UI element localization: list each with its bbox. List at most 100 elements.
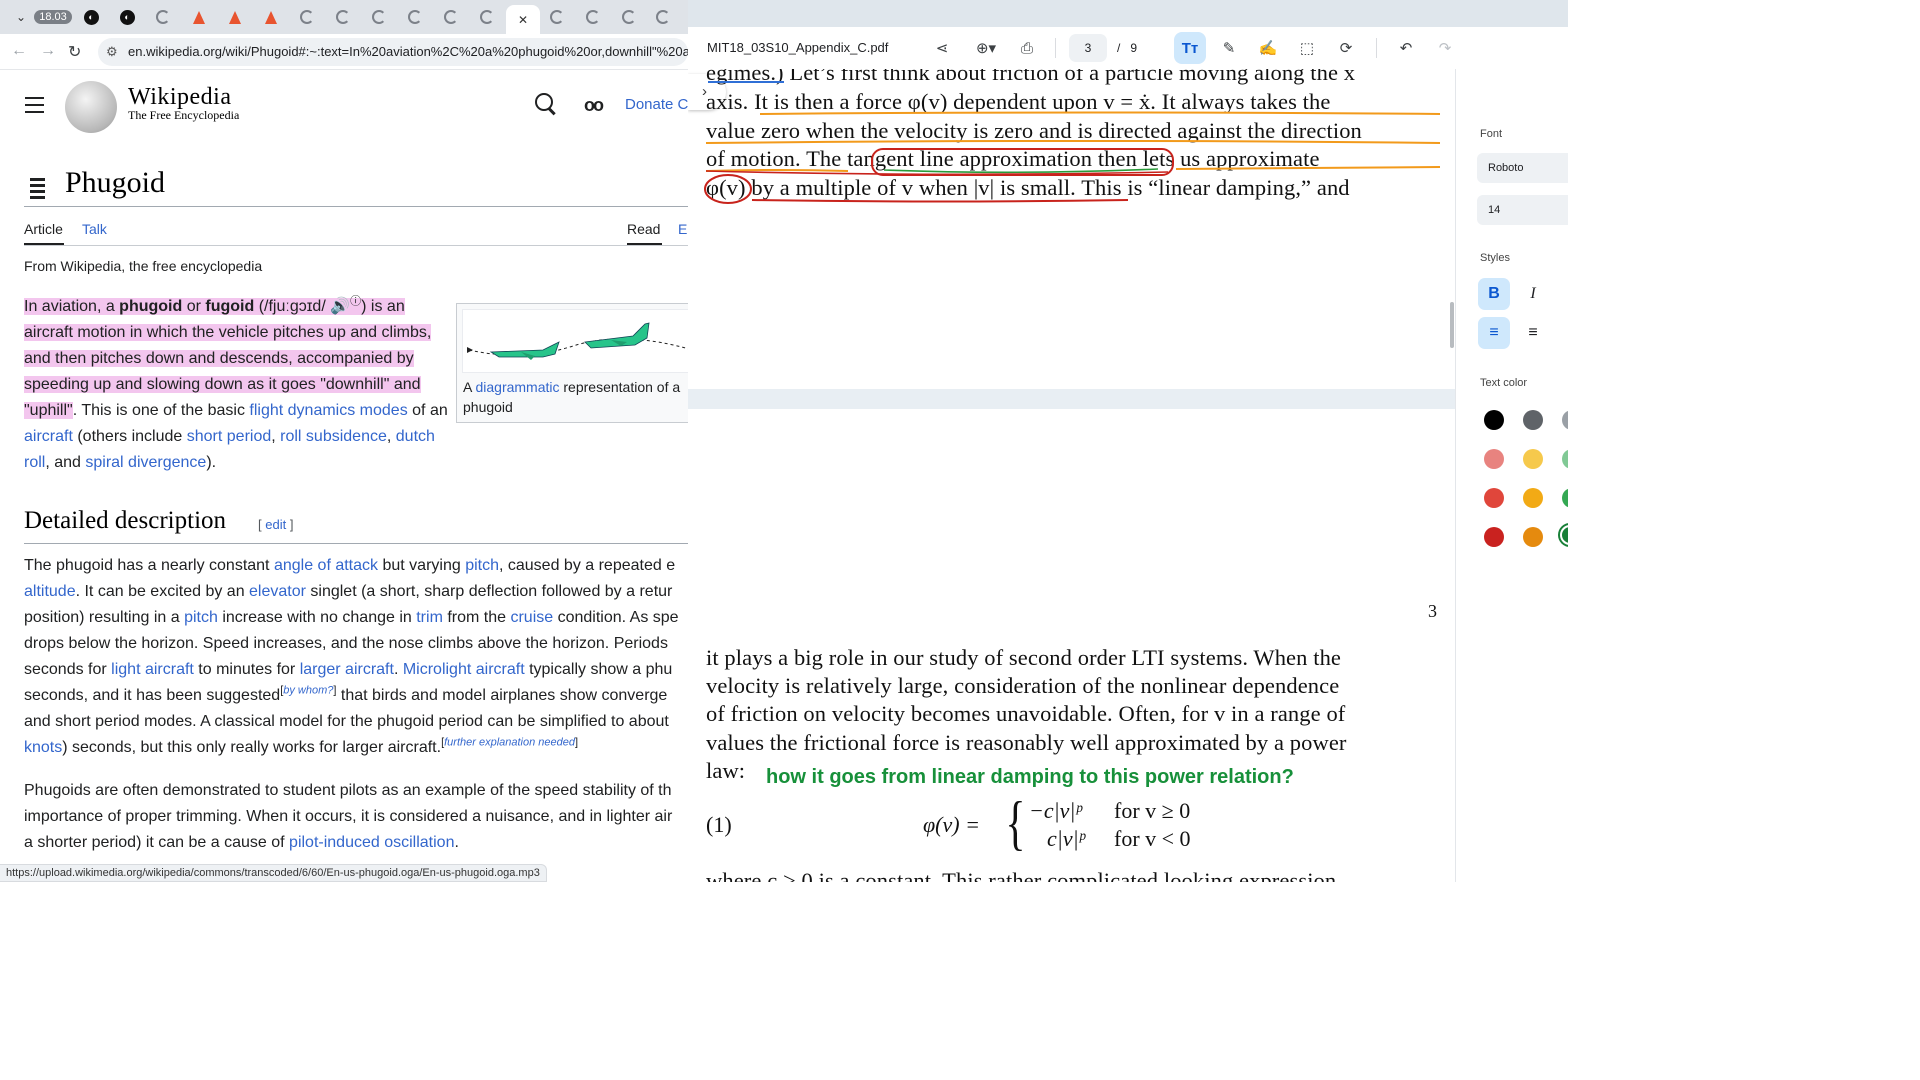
align-right-icon[interactable]: ≡	[1556, 317, 1568, 349]
link[interactable]: aircraft	[24, 428, 73, 445]
color-swatch-amber[interactable]	[1523, 488, 1543, 508]
tab-article[interactable]: Article	[24, 221, 64, 245]
ipa-text[interactable]: (/fjuːɡɔɪd/	[254, 298, 330, 315]
draw-tool-icon[interactable]: ✎	[1217, 36, 1241, 60]
tab-search-dropdown[interactable]: ⌄	[4, 5, 38, 29]
tab-google[interactable]	[146, 5, 180, 29]
tab-edit[interactable]: E	[678, 221, 687, 237]
tab-google[interactable]	[326, 5, 360, 29]
color-swatch-light-gray[interactable]	[1562, 410, 1568, 430]
edit-link[interactable]: edit	[265, 517, 286, 532]
font-select[interactable]: Roboto	[1477, 153, 1568, 183]
link[interactable]: pilot-induced oscillation	[289, 834, 454, 851]
link[interactable]: pitch	[184, 609, 218, 626]
link[interactable]: angle of attack	[274, 557, 378, 574]
tab-google[interactable]	[470, 5, 504, 29]
link[interactable]: spiral divergence	[85, 454, 206, 471]
tab-google[interactable]	[576, 5, 610, 29]
back-arrow-icon[interactable]: ←	[11, 42, 27, 60]
donate-link[interactable]: Donate C	[625, 96, 688, 113]
scrollbar-thumb[interactable]	[1450, 302, 1454, 348]
text: A	[463, 379, 476, 395]
align-left-icon[interactable]: ≡	[1478, 317, 1510, 349]
print-icon[interactable]: ⎙	[1015, 36, 1039, 60]
link[interactable]: Microlight aircraft	[403, 661, 525, 678]
color-swatch-pink[interactable]	[1484, 449, 1504, 469]
url-text[interactable]: en.wikipedia.org/wiki/Phugoid#:~:text=In…	[128, 44, 688, 59]
tab-matlab[interactable]	[254, 5, 288, 29]
link[interactable]: trim	[416, 609, 443, 626]
ink-annotations[interactable]	[688, 69, 1455, 209]
link[interactable]: cruise	[510, 609, 553, 626]
tab-read[interactable]: Read	[627, 221, 663, 245]
tab-favicon[interactable]: ◐	[74, 5, 108, 29]
tab-google[interactable]	[612, 5, 646, 29]
page-number-input[interactable]: 3	[1069, 34, 1107, 62]
citation-needed-link[interactable]: by whom?	[283, 685, 333, 697]
close-icon[interactable]: ✕	[518, 13, 528, 27]
color-swatch-green[interactable]	[1562, 488, 1568, 508]
search-icon[interactable]	[535, 93, 553, 111]
citation-needed-link[interactable]: further explanation needed	[444, 737, 575, 749]
tab-google[interactable]	[540, 5, 574, 29]
bold-button[interactable]: B	[1478, 278, 1510, 310]
color-swatch-dark-green-selected[interactable]	[1560, 525, 1568, 545]
color-swatch-light-green[interactable]	[1562, 449, 1568, 469]
address-bar[interactable]: ⚙ en.wikipedia.org/wiki/Phugoid#:~:text=…	[98, 38, 688, 66]
link[interactable]: diagrammatic	[475, 379, 559, 395]
color-swatch-orange[interactable]	[1523, 527, 1543, 547]
tab-google[interactable]	[434, 5, 468, 29]
color-swatch-gray[interactable]	[1523, 410, 1543, 430]
create-account-link[interactable]: C	[678, 96, 688, 113]
speaker-icon[interactable]: 🔊	[330, 298, 350, 315]
redo-icon[interactable]: ↷	[1433, 36, 1457, 60]
color-swatch-red[interactable]	[1484, 488, 1504, 508]
font-size-select[interactable]: 14	[1477, 195, 1568, 225]
italic-button[interactable]: I	[1517, 278, 1549, 310]
link[interactable]: pitch	[465, 557, 499, 574]
color-swatch-dark-red[interactable]	[1484, 527, 1504, 547]
share-icon[interactable]: ⋖	[930, 36, 954, 60]
link[interactable]: roll subsidence	[280, 428, 387, 445]
link[interactable]: altitude	[24, 583, 76, 600]
link[interactable]: knots	[24, 739, 62, 756]
tab-google[interactable]	[646, 5, 680, 29]
signature-icon[interactable]: ✍	[1256, 36, 1280, 60]
tab-talk[interactable]: Talk	[82, 221, 107, 237]
reading-glasses-icon[interactable]: oo	[584, 95, 604, 116]
undo-icon[interactable]: ↶	[1394, 36, 1418, 60]
text-annotation[interactable]: how it goes from linear damping to this …	[766, 766, 1294, 789]
table-of-contents-icon[interactable]	[25, 178, 45, 202]
phugoid-diagram-image[interactable]	[462, 309, 688, 373]
tab-google[interactable]	[398, 5, 432, 29]
tab-google[interactable]	[290, 5, 324, 29]
link[interactable]: elevator	[249, 583, 306, 600]
select-area-icon[interactable]: ⬚	[1295, 36, 1319, 60]
rotate-icon[interactable]: ⟳	[1334, 36, 1358, 60]
reload-icon[interactable]: ↻	[68, 42, 81, 62]
color-swatch-yellow[interactable]	[1523, 449, 1543, 469]
zoom-icon[interactable]: ⊕▾	[966, 36, 1006, 60]
site-info-icon[interactable]: ⚙	[106, 44, 118, 60]
link[interactable]: light aircraft	[111, 661, 194, 678]
main-menu-icon[interactable]	[25, 97, 44, 118]
tab-google[interactable]	[362, 5, 396, 29]
link[interactable]: flight dynamics modes	[249, 402, 407, 419]
info-icon[interactable]: ⓘ	[350, 296, 361, 308]
pdf-document-area[interactable]: › egimes.) Let’s first think about frict…	[688, 69, 1455, 882]
color-swatch-black[interactable]	[1484, 410, 1504, 430]
align-center-icon[interactable]: ≡	[1517, 317, 1549, 349]
wikipedia-globe-logo[interactable]	[65, 81, 117, 133]
tab-matlab[interactable]	[182, 5, 216, 29]
donate-label[interactable]: Donate	[625, 96, 673, 113]
forward-arrow-icon[interactable]: →	[40, 42, 56, 60]
tab-active-close[interactable]: ✕	[506, 5, 540, 34]
wikipedia-wordmark[interactable]: Wikipedia	[128, 84, 232, 111]
link[interactable]: short period	[187, 428, 272, 445]
link[interactable]: larger aircraft	[300, 661, 394, 678]
tab-favicon[interactable]: ◐	[110, 5, 144, 29]
tab-group-badge[interactable]: 18.03	[34, 5, 72, 29]
tab-matlab[interactable]	[218, 5, 252, 29]
text: seconds, and it has been suggested	[24, 687, 281, 704]
text-tool-icon[interactable]: Tт	[1174, 32, 1206, 64]
